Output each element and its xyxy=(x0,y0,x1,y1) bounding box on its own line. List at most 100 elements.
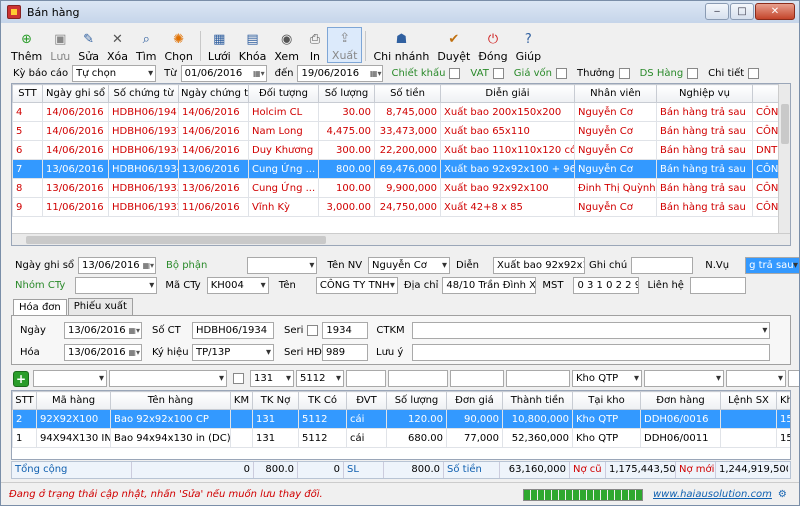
toolbar-save-button[interactable]: ▣ Lưu xyxy=(46,27,74,63)
toolbar-printer-button[interactable]: ⎙ In xyxy=(303,27,327,63)
dia-chi-input[interactable]: 48/10 Trần Đình Xu, I xyxy=(442,277,537,294)
tu-date-input[interactable]: 01/06/2016 xyxy=(180,65,267,82)
toolbar-branch-button[interactable]: ☗ Chi nhánh xyxy=(369,27,433,63)
column-header[interactable]: Tại kho xyxy=(572,391,641,410)
filter-checkbox[interactable] xyxy=(492,68,504,79)
table-row[interactable]: 9 11/06/2016 HDBH06/1932 11/06/2016 Vĩnh Kỳ 3… xyxy=(12,197,783,217)
column-header[interactable]: Ngày ghi sổ xyxy=(42,84,109,103)
column-header[interactable]: Đơn hàng xyxy=(640,391,721,410)
toolbar-preview-button[interactable]: ◉ Xem xyxy=(270,27,303,63)
ngay-ghi-so-input[interactable]: 13/06/2016 xyxy=(78,257,157,274)
column-header[interactable]: TK Nợ xyxy=(252,391,299,410)
filter-checkbox[interactable] xyxy=(748,68,760,79)
table-row[interactable]: 4 14/06/2016 HDBH06/1941 14/06/2016 Holcim C… xyxy=(12,102,783,122)
bo-phan-select[interactable] xyxy=(247,257,318,274)
entry-tk-no-select[interactable]: 131 xyxy=(250,370,294,387)
main-grid-vscroll[interactable] xyxy=(778,84,790,233)
minimize-button[interactable]: ‒ xyxy=(705,3,729,20)
table-row[interactable]: 1 94X94X130 IN Bao 94x94x130 in (DC) 131 511… xyxy=(12,428,790,448)
seri-hd-input[interactable]: 989 xyxy=(322,344,368,361)
ghi-chu-input[interactable] xyxy=(631,257,694,274)
column-header[interactable]: Số tiền xyxy=(374,84,441,103)
seri-input[interactable]: 1934 xyxy=(322,322,369,339)
column-header[interactable]: Nghiệp vụ xyxy=(656,84,753,103)
entry-kho2-select[interactable] xyxy=(788,370,799,387)
filter-checkbox[interactable] xyxy=(687,68,699,79)
toolbar-power-button[interactable]: ⏻ Đóng xyxy=(474,27,511,63)
den-date-input[interactable]: 19/06/2016 xyxy=(297,65,384,82)
toolbar-help-button[interactable]: ? Giúp xyxy=(512,27,546,63)
column-header[interactable]: STT xyxy=(12,84,43,103)
main-grid[interactable]: STT Ngày ghi sổ Số chứng từ Ngày chứng từ Đố… xyxy=(11,83,791,246)
column-header[interactable]: Đối tượng xyxy=(248,84,319,103)
tab-phieu-xuat[interactable]: Phiếu xuất xyxy=(67,298,133,316)
filter-checkbox[interactable] xyxy=(618,68,630,79)
entry-don-hang-select[interactable] xyxy=(644,370,724,387)
column-header[interactable]: Mã hàng xyxy=(36,391,111,410)
column-header[interactable]: Thành tiền xyxy=(502,391,573,410)
column-header[interactable]: ĐVT xyxy=(346,391,387,410)
ma-cty-select[interactable]: KH004 xyxy=(206,277,269,294)
ten-cty-select[interactable]: CÔNG TY TNH xyxy=(315,277,398,294)
filter-checkbox[interactable] xyxy=(449,68,461,79)
toolbar-delete-button[interactable]: ✕ Xóa xyxy=(103,27,132,63)
table-row[interactable]: 6 14/06/2016 HDBH06/1936 14/06/2016 Duy Khươ… xyxy=(12,140,783,160)
table-row[interactable]: 8 13/06/2016 HDBH06/1933 13/06/2016 Cung Ứng… xyxy=(12,178,783,198)
column-header[interactable]: Số chứng từ xyxy=(108,84,179,103)
column-header[interactable]: Diễn giải xyxy=(440,84,575,103)
entry-lenh-sx-select[interactable] xyxy=(726,370,786,387)
entry-ma-hang-select[interactable] xyxy=(33,370,107,387)
column-header[interactable]: Số lượng xyxy=(386,391,447,410)
toolbar-approve-button[interactable]: ✔ Duyệt xyxy=(433,27,474,63)
column-header[interactable]: STT xyxy=(12,391,37,410)
nvu-select[interactable]: g trả sau xyxy=(745,257,799,274)
so-ct-input[interactable]: HDBH06/1934 xyxy=(192,322,274,339)
toolbar-grid-button[interactable]: ▦ Lưới xyxy=(204,27,235,63)
seri-checkbox[interactable] xyxy=(307,325,319,336)
column-header[interactable]: Kho xyxy=(776,391,790,410)
column-header[interactable]: Số lượng xyxy=(318,84,375,103)
column-header[interactable]: KM xyxy=(230,391,253,410)
table-row[interactable]: 7 13/06/2016 HDBH06/1934 13/06/2016 Cung Ứng… xyxy=(12,159,783,179)
website-link[interactable]: www.haiausolution.com xyxy=(653,489,772,500)
entry-thanh-tien-input[interactable] xyxy=(506,370,570,387)
toolbar-export-button[interactable]: ⇪ Xuất xyxy=(326,27,363,63)
toolbar-gear-button[interactable]: ✺ Chọn xyxy=(160,27,196,63)
hoa-date-input[interactable]: 13/06/2016 xyxy=(64,344,142,361)
column-header[interactable]: Nhân viên xyxy=(574,84,657,103)
close-button[interactable]: ✕ xyxy=(755,3,795,20)
mst-input[interactable]: 0 3 1 0 2 2 9 1 xyxy=(573,277,640,294)
filter-checkbox[interactable] xyxy=(556,68,568,79)
nhom-cty-select[interactable] xyxy=(75,277,158,294)
column-header[interactable]: Tên hàng xyxy=(110,391,231,410)
toolbar-search-button[interactable]: ⌕ Tìm xyxy=(132,27,161,63)
luu-y-input[interactable] xyxy=(412,344,770,361)
toolbar-pencil-button[interactable]: ✎ Sửa xyxy=(74,27,103,63)
toolbar-plus-button[interactable]: ⊕ Thêm xyxy=(7,27,46,63)
lien-he-input[interactable] xyxy=(689,277,746,294)
column-header[interactable]: TK Có xyxy=(298,391,347,410)
ky-hieu-select[interactable]: TP/13P xyxy=(192,344,274,361)
ctkm-select[interactable] xyxy=(412,322,771,339)
table-row[interactable]: 5 14/06/2016 HDBH06/1937 14/06/2016 Nam Long… xyxy=(12,121,783,141)
entry-tk-co-select[interactable]: 5112 xyxy=(296,370,344,387)
column-header[interactable]: Ngày chứng từ xyxy=(178,84,249,103)
table-row[interactable]: 2 92X92X100 Bao 92x92x100 CP 131 5112 cái 120.… xyxy=(12,409,790,429)
entry-dvt-input[interactable] xyxy=(346,370,386,387)
entry-so-luong-input[interactable] xyxy=(388,370,448,387)
column-header[interactable]: Lệnh SX xyxy=(720,391,777,410)
column-header[interactable]: Đơn giá xyxy=(446,391,503,410)
maximize-button[interactable]: □ xyxy=(730,3,754,20)
settings-gear-icon[interactable]: ⚙ xyxy=(778,489,787,500)
ten-nv-select[interactable]: Nguyễn Cơ xyxy=(368,257,451,274)
entry-kho-select[interactable]: Kho QTP xyxy=(572,370,642,387)
main-grid-hscroll[interactable] xyxy=(12,233,790,245)
add-line-button[interactable]: + xyxy=(13,370,29,387)
entry-ten-hang-select[interactable] xyxy=(109,370,227,387)
toolbar-lock-button[interactable]: ▤ Khóa xyxy=(235,27,271,63)
ky-bao-cao-select[interactable]: Tự chọn xyxy=(72,65,157,82)
items-grid[interactable]: STT Mã hàng Tên hàng KM TK Nợ TK Có ĐVT Số lượn… xyxy=(11,390,791,460)
ngay-input[interactable]: 13/06/2016 xyxy=(64,322,142,339)
entry-don-gia-input[interactable] xyxy=(450,370,504,387)
dien-giai-input[interactable]: Xuất bao 92x92x100 - xyxy=(493,257,586,274)
